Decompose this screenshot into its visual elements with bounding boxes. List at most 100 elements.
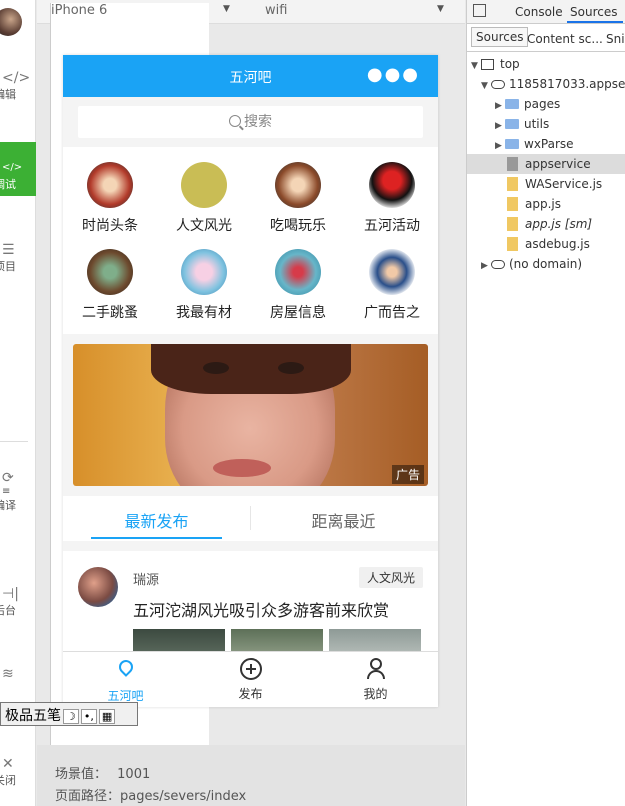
tree-item[interactable]: asdebug.js [507,234,590,254]
file-icon [507,157,518,171]
inspect-icon[interactable] [473,4,486,17]
tab-latest[interactable]: 最新发布 [63,508,250,532]
tree-item[interactable]: app.js [sm] [507,214,592,234]
subtab-snippets[interactable]: Snip [606,32,625,46]
tree-label: utils [524,117,550,131]
page-info-panel: 场景值： 1001 页面路径：pages/severs/index [37,745,465,806]
avatar[interactable] [78,567,118,607]
network-select[interactable]: wifi [265,3,287,18]
chevron-right-icon[interactable]: ▶ [481,256,491,276]
keyboard-icon[interactable]: ▦ [98,709,116,724]
grid-label: 吃喝玩乐 [270,218,326,234]
close-icon: ✕ [2,756,14,772]
folder-icon [505,99,519,109]
chevron-right-icon[interactable]: ▶ [495,116,505,136]
chevron-down-icon[interactable]: ▼ [471,56,481,76]
tree-item[interactable]: ▶ utils [495,114,549,134]
tree-item-selected[interactable]: appservice [467,154,625,174]
grid-item-fashion[interactable]: 时尚头条 [63,162,157,235]
grid-item-secondhand[interactable]: 二手跳蚤 [63,249,157,322]
tree-item[interactable]: WAService.js [507,174,602,194]
chevron-right-icon[interactable]: ▶ [495,136,505,156]
banner-eye [203,362,229,374]
path-value: pages/severs/index [120,789,247,804]
grid-label: 我最有材 [176,305,232,321]
ship-icon [369,162,415,208]
grid-label: 时尚头条 [82,218,138,234]
toolbar-item-label: 编译 [0,499,16,512]
content-tabs: 最新发布 距离最近 [63,496,438,541]
banner-image[interactable]: 广告 [73,344,428,486]
tab-sources[interactable]: Sources [570,5,617,19]
camera-icon [181,162,227,208]
grid-item-housing[interactable]: 房屋信息 [251,249,345,322]
devtools-tabbar: Console Sources [467,0,625,24]
grid-item-events[interactable]: 五河活动 [345,162,438,235]
cloud-icon [491,80,505,89]
post-author: 瑞源 [133,573,160,588]
toolbar-item-close[interactable]: ✕ 关闭 [0,756,36,788]
ime-name: 极品五笔 [5,708,61,724]
toolbar-item-layers[interactable]: ≋ [0,666,36,682]
post-tag[interactable]: 人文风光 [358,567,423,588]
tab-console[interactable]: Console [515,5,563,19]
moon-icon[interactable]: ☽ [63,709,79,724]
compile-eq-icon: ≡ [2,486,11,497]
subtab-content-scripts[interactable]: Content sc... [527,32,603,46]
tree-item[interactable]: ▶ (no domain) [481,254,582,274]
bottom-tab-bar: 五河吧 发布 我的 [63,651,438,707]
tree-item[interactable]: ▼ top [471,54,520,74]
devtools-panel: Console Sources Sources Content sc... Sn… [466,0,625,806]
toolbar-item-edit[interactable]: </> 编辑 [0,70,36,102]
tree-label: WAService.js [525,177,603,191]
search-input[interactable]: 搜索 [78,106,423,138]
chevron-right-icon[interactable]: ▶ [495,96,505,116]
unicorn-icon [181,249,227,295]
more-icon[interactable]: ●●● [367,64,420,85]
tabbar-mine[interactable]: 我的 [313,658,438,702]
tree-item[interactable]: ▼ 1185817033.appservi [481,74,625,94]
tree-label: top [500,57,520,71]
scene-label: 场景值： [55,767,108,782]
grid-label: 广而告之 [364,305,420,321]
scene-value: 1001 [117,767,151,782]
grid-item-scenery[interactable]: 人文风光 [157,162,251,235]
tabbar-label: 我的 [363,687,388,701]
toolbar-item-label: 调试 [0,178,16,191]
chevron-down-icon[interactable]: ▼ [481,76,491,96]
grid-item-ads[interactable]: 广而告之 [345,249,438,322]
tree-item[interactable]: ▶ wxParse [495,134,574,154]
folder-icon [505,119,519,129]
toolbar-item-backend[interactable]: ⊣| 后台 [0,586,36,618]
file-icon [507,217,518,231]
punctuation-icon[interactable]: •, [80,709,97,724]
chevron-down-icon[interactable]: ▼ [223,4,230,14]
tree-item[interactable]: app.js [507,194,561,214]
path-row: 页面路径：pages/severs/index [55,785,246,804]
chevron-down-icon[interactable]: ▼ [437,4,444,14]
food-icon [275,162,321,208]
grid-label: 二手跳蚤 [82,305,138,321]
grid-item-talent[interactable]: 我最有材 [157,249,251,322]
toolbar-item-debug[interactable]: </> 调试 [0,142,36,196]
tabbar-publish[interactable]: 发布 [188,658,313,702]
search-placeholder: 搜索 [244,114,272,130]
ime-toolbar[interactable]: 极品五笔 ☽ •, ▦ [0,702,138,726]
subtab-sources[interactable]: Sources [471,27,529,47]
avatar[interactable] [0,8,22,36]
tree-label: 1185817033.appservi [509,77,625,91]
phone-screen: 五河吧 ●●● 搜索 时尚头条 人文风光 吃喝玩乐 五河活动 二手跳蚤 我最有材… [63,55,438,707]
tree-item[interactable]: ▶ pages [495,94,560,114]
toolbar-item-project[interactable]: ☰ 项目 [0,242,36,274]
tabbar-home[interactable]: 五河吧 [63,657,188,704]
compile-icon: ⟳ [2,470,14,486]
user-icon [364,658,388,682]
tab-nearest[interactable]: 距离最近 [250,508,437,532]
tree-label: wxParse [524,137,574,151]
toolbar-item-compile[interactable]: ⟳ ≡ 编译 [0,470,36,513]
toolbar-item-label: 项目 [0,260,16,273]
grid-item-food[interactable]: 吃喝玩乐 [251,162,345,235]
ad-badge: 广告 [391,465,424,484]
tabbar-label: 五河吧 [107,689,144,703]
toolbar-item-label: 编辑 [0,88,16,101]
